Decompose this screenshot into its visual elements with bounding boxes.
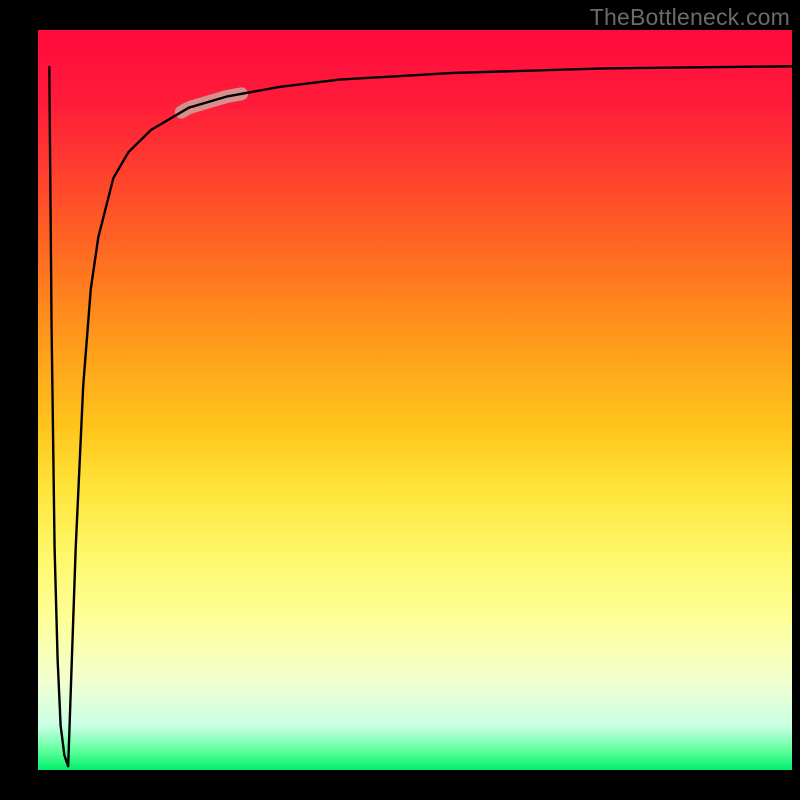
curve-layer bbox=[38, 30, 792, 770]
bottleneck-curve bbox=[49, 66, 792, 766]
watermark-text: TheBottleneck.com bbox=[590, 4, 790, 31]
chart-frame: TheBottleneck.com bbox=[0, 0, 800, 800]
highlight-segment bbox=[181, 94, 241, 112]
plot-area bbox=[38, 30, 792, 770]
